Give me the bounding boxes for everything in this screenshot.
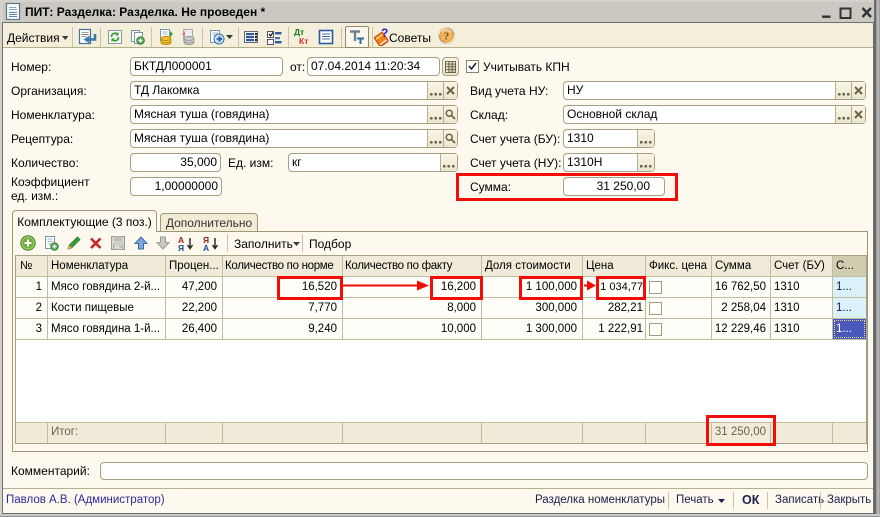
svg-text:?: ? (444, 31, 450, 43)
svg-text:Я: Я (178, 243, 184, 252)
svg-text:А: А (203, 243, 209, 252)
svg-text:ЕОК: ЕОК (113, 245, 123, 250)
svg-text:?: ? (381, 27, 388, 40)
